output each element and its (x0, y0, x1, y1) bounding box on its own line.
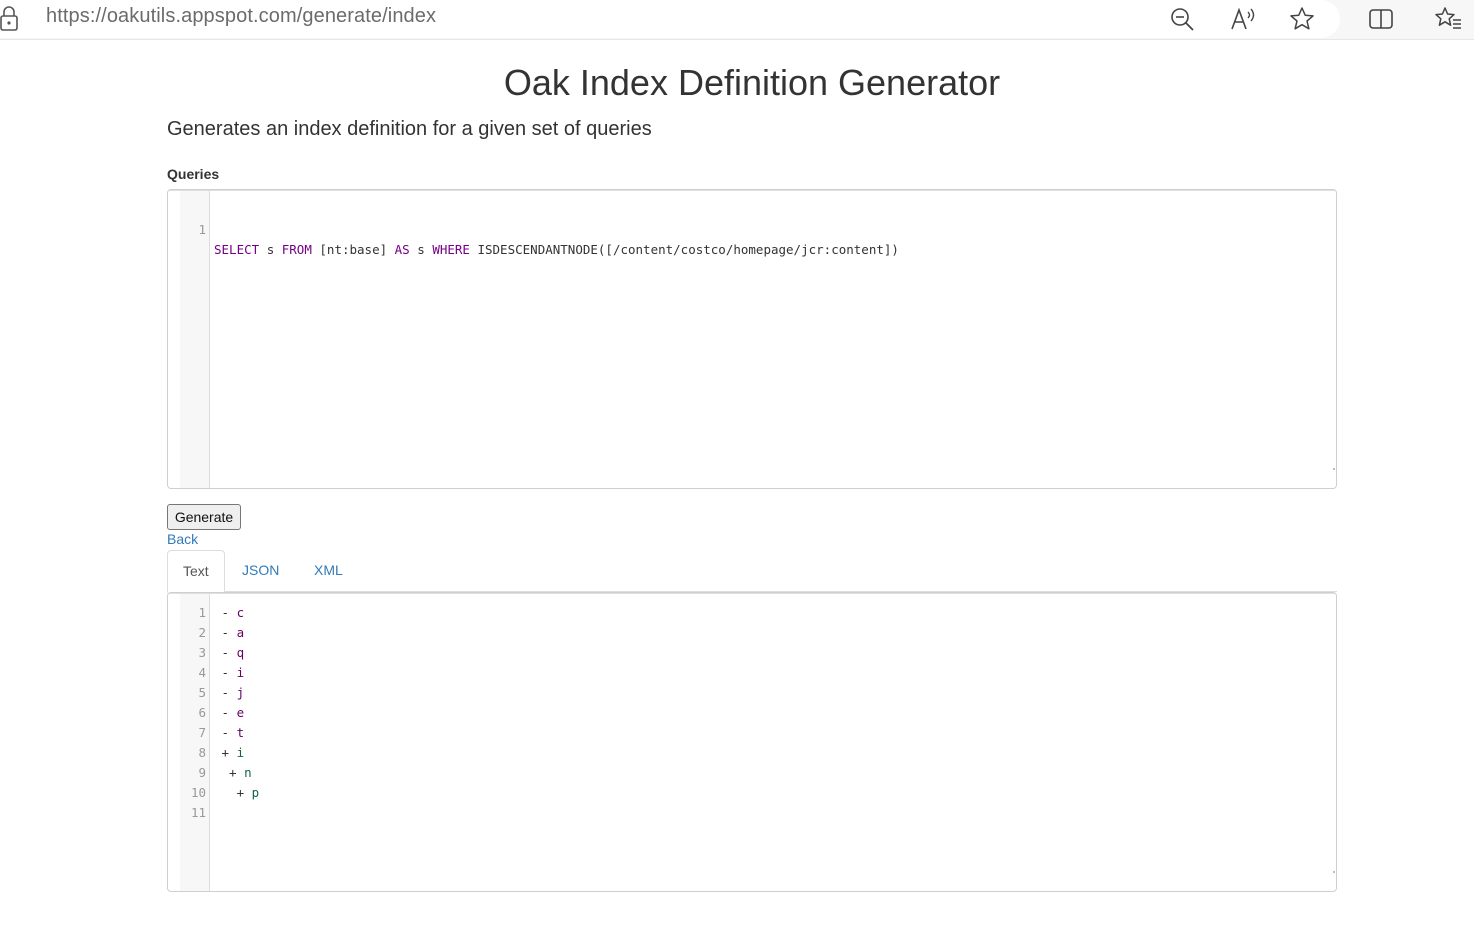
output-tabs: Text JSON XML (167, 550, 1337, 593)
address-bar[interactable]: https://oakutils.appspot.com/generate/in… (0, 0, 1340, 38)
line-number: 11 (190, 805, 206, 820)
code-line[interactable]: 2 - a (180, 623, 1336, 643)
queries-editor[interactable]: 1 SELECT s FROM [nt:base] AS s WHERE ISD… (167, 189, 1337, 489)
output-editor[interactable]: 1 - c2 - a3 - q4 - i5 - j6 - e7 - t8 + i… (167, 592, 1337, 892)
queries-label: Queries (167, 166, 220, 182)
output-text: - c (214, 605, 245, 620)
page-subtitle: Generates an index definition for a give… (167, 118, 652, 140)
code-line[interactable]: 3 - q (180, 643, 1336, 663)
browser-toolbar: https://oakutils.appspot.com/generate/in… (0, 0, 1474, 40)
read-aloud-icon[interactable] (1227, 3, 1259, 35)
line-number: 9 (198, 765, 206, 780)
page-title: Oak Index Definition Generator (503, 62, 1001, 103)
code-line[interactable]: 11 (180, 803, 1336, 823)
output-text: + n (214, 765, 252, 780)
code-line[interactable]: 1 - c (180, 603, 1336, 623)
tab-json[interactable]: JSON (227, 550, 294, 592)
zoom-out-icon[interactable] (1166, 3, 1198, 35)
url-text[interactable]: https://oakutils.appspot.com/generate/in… (46, 5, 436, 28)
output-text: - e (214, 705, 245, 720)
line-number: 5 (198, 685, 206, 700)
code-line[interactable]: 10 + p (180, 783, 1336, 803)
line-number: 1 (198, 605, 206, 620)
back-link[interactable]: Back (167, 531, 198, 547)
output-text: - j (214, 685, 245, 700)
code-line[interactable]: 6 - e (180, 703, 1336, 723)
output-text: - q (214, 645, 245, 660)
favorites-list-icon[interactable] (1432, 3, 1464, 35)
generate-button[interactable]: Generate (167, 504, 241, 530)
code-line[interactable]: 5 - j (180, 683, 1336, 703)
code-line[interactable]: 8 + i (180, 743, 1336, 763)
line-number: 6 (198, 705, 206, 720)
line-number: 4 (198, 665, 206, 680)
url-path: /generate/index (296, 5, 437, 27)
line-number: 2 (198, 625, 206, 640)
code-line[interactable]: 1 SELECT s FROM [nt:base] AS s WHERE ISD… (180, 200, 1336, 257)
line-number: 8 (198, 745, 206, 760)
line-number: 7 (198, 725, 206, 740)
url-host: https://oakutils.appspot.com (46, 5, 297, 27)
line-number: 1 (198, 222, 206, 237)
split-screen-icon[interactable] (1365, 3, 1397, 35)
tab-text[interactable]: Text (167, 550, 225, 593)
favorite-star-icon[interactable] (1286, 3, 1318, 35)
line-number: 3 (198, 645, 206, 660)
line-number: 10 (190, 785, 206, 800)
code-line[interactable]: 7 - t (180, 723, 1336, 743)
code-line[interactable]: 4 - i (180, 663, 1336, 683)
code-line[interactable]: 9 + n (180, 763, 1336, 783)
output-text: - t (214, 725, 245, 740)
tab-xml[interactable]: XML (299, 550, 358, 592)
output-text: - i (214, 665, 245, 680)
query-text: SELECT s FROM [nt:base] AS s WHERE ISDES… (214, 242, 899, 257)
lock-icon[interactable] (0, 6, 22, 32)
output-text: + p (214, 785, 260, 800)
output-text: + i (214, 745, 245, 760)
output-text: - a (214, 625, 245, 640)
